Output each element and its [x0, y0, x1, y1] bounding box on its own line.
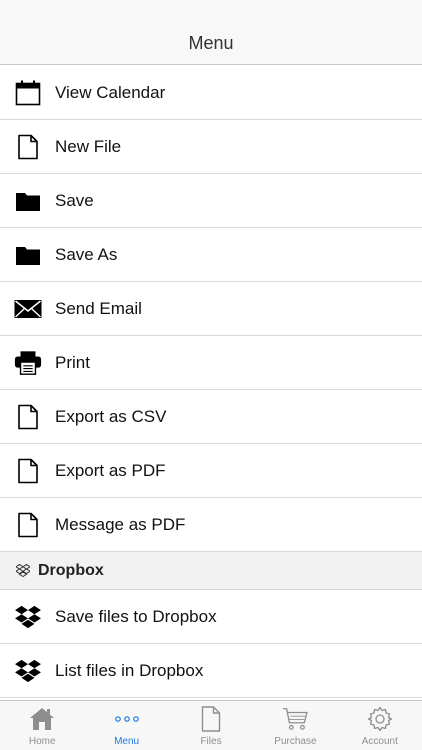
tab-files[interactable]: Files [169, 701, 253, 750]
tab-label: Purchase [274, 736, 317, 747]
menu-item-label: Send Email [55, 298, 142, 318]
menu-item-export-csv[interactable]: Export as CSV [0, 390, 422, 444]
menu-item-label: Save files to Dropbox [55, 606, 217, 626]
tab-label: Account [361, 736, 398, 747]
menu-item-label: List files in Dropbox [55, 660, 204, 680]
menu-list: View Calendar New File Save Save As Send… [0, 66, 422, 698]
menu-item-label: Save As [55, 244, 118, 264]
tab-label: Menu [114, 736, 140, 747]
menu-item-message-pdf[interactable]: Message as PDF [0, 498, 422, 552]
tab-menu[interactable]: Menu [84, 701, 168, 750]
tab-purchase[interactable]: Purchase [253, 701, 337, 750]
menu-item-export-pdf[interactable]: Export as PDF [0, 444, 422, 498]
home-icon [29, 706, 55, 732]
dropbox-icon [14, 603, 42, 631]
cart-icon [282, 706, 309, 732]
file-icon [198, 706, 224, 732]
menu-item-new-file[interactable]: New File [0, 120, 422, 174]
folder-icon [14, 187, 42, 215]
file-icon [14, 457, 42, 485]
folder-icon [14, 241, 42, 269]
dropbox-icon [16, 564, 30, 578]
printer-icon [14, 349, 42, 377]
dropbox-icon [14, 657, 42, 685]
section-header-dropbox: Dropbox [0, 552, 422, 590]
navigation-bar: Menu [0, 0, 422, 65]
menu-item-view-calendar[interactable]: View Calendar [0, 66, 422, 120]
menu-item-label: Print [55, 352, 90, 372]
tab-label: Files [200, 736, 222, 747]
more-dots-icon [114, 706, 140, 732]
menu-item-label: Export as PDF [55, 460, 166, 480]
menu-item-send-email[interactable]: Send Email [0, 282, 422, 336]
menu-item-save[interactable]: Save [0, 174, 422, 228]
menu-item-save-to-dropbox[interactable]: Save files to Dropbox [0, 590, 422, 644]
menu-item-label: View Calendar [55, 82, 166, 102]
menu-item-label: Export as CSV [55, 406, 167, 426]
section-title: Dropbox [38, 561, 104, 579]
tab-home[interactable]: Home [0, 701, 84, 750]
tab-label: Home [28, 736, 56, 747]
tab-account[interactable]: Account [338, 701, 422, 750]
menu-item-print[interactable]: Print [0, 336, 422, 390]
menu-item-label: New File [55, 136, 122, 156]
gear-icon [367, 706, 393, 732]
menu-item-list-dropbox[interactable]: List files in Dropbox [0, 644, 422, 698]
menu-item-label: Save [55, 190, 94, 210]
file-icon [14, 133, 42, 161]
menu-item-label: Message as PDF [55, 514, 186, 534]
envelope-icon [14, 295, 42, 323]
tab-bar: Home Menu Files Purchase Account [0, 700, 422, 750]
calendar-icon [14, 79, 42, 107]
page-title: Menu [188, 33, 234, 53]
menu-item-save-as[interactable]: Save As [0, 228, 422, 282]
file-icon [14, 511, 42, 539]
file-icon [14, 403, 42, 431]
